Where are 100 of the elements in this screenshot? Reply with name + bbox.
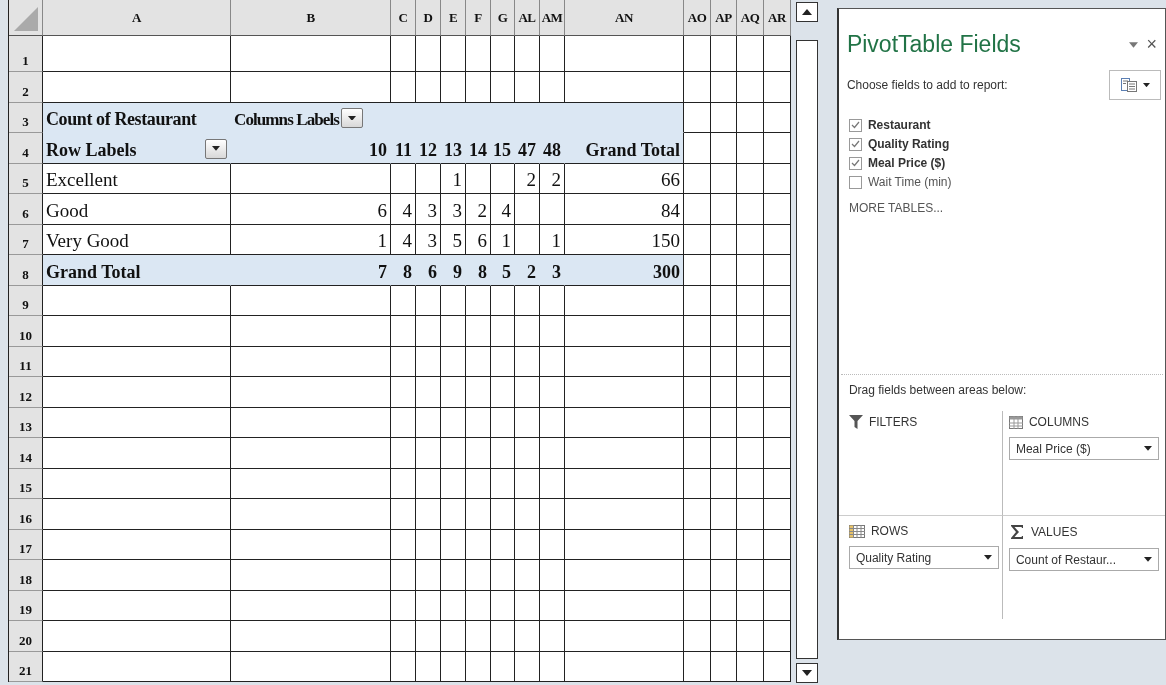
field-label[interactable]: Quality Rating — [867, 137, 950, 151]
field-checkbox[interactable] — [848, 175, 862, 189]
column-header[interactable]: E — [441, 0, 466, 36]
table-cell — [737, 102, 764, 133]
table-cell — [540, 651, 565, 682]
table-cell — [684, 36, 711, 72]
column-header[interactable]: AQ — [737, 0, 764, 36]
more-tables-link[interactable]: MORE TABLES... — [848, 201, 944, 215]
row-header[interactable]: 3 — [9, 102, 43, 133]
scroll-up-button[interactable] — [796, 2, 819, 22]
table-cell — [441, 468, 466, 499]
layout-tools-button[interactable] — [1109, 70, 1161, 100]
column-header[interactable]: AL — [515, 0, 540, 36]
column-header[interactable]: AM — [540, 0, 565, 36]
table-cell — [416, 316, 441, 347]
table-cell — [441, 316, 466, 347]
row-header[interactable]: 16 — [9, 499, 43, 530]
table-cell — [466, 590, 491, 621]
table-cell — [466, 377, 491, 408]
column-header[interactable]: F — [466, 0, 491, 36]
table-cell — [416, 651, 441, 682]
row-header[interactable]: 21 — [9, 651, 43, 682]
row-header[interactable]: 17 — [9, 529, 43, 560]
column-header[interactable]: D — [416, 0, 441, 36]
table-cell — [764, 407, 791, 438]
caret-icon — [1143, 446, 1152, 451]
table-cell: 1 — [231, 224, 391, 255]
select-all-corner[interactable] — [9, 0, 43, 36]
field-label[interactable]: Restaurant — [867, 118, 931, 132]
scroll-thumb[interactable] — [796, 40, 819, 659]
table-cell: 8 — [391, 255, 416, 286]
row-header[interactable]: 1 — [9, 36, 43, 72]
row-header[interactable]: 7 — [9, 224, 43, 255]
row-header[interactable]: 11 — [9, 346, 43, 377]
table-cell — [764, 285, 791, 316]
field-checkbox[interactable] — [848, 137, 862, 151]
table-cell: 2 — [515, 163, 540, 194]
column-header[interactable]: AP — [711, 0, 737, 36]
table-cell — [711, 316, 737, 347]
table-cell — [684, 224, 711, 255]
table-cell — [737, 499, 764, 530]
row-header[interactable]: 20 — [9, 621, 43, 652]
table-cell — [711, 346, 737, 377]
table-cell — [441, 377, 466, 408]
table-cell — [441, 651, 466, 682]
filter-dropdown-button[interactable] — [205, 138, 227, 159]
area-field-dropdown[interactable]: Meal Price ($) — [1008, 437, 1159, 460]
row-header[interactable]: 2 — [9, 72, 43, 103]
table-cell — [711, 224, 737, 255]
table-cell — [416, 529, 441, 560]
table-cell — [684, 377, 711, 408]
column-header[interactable]: G — [491, 0, 515, 36]
table-cell — [391, 468, 416, 499]
column-header[interactable]: C — [391, 0, 416, 36]
table-cell: 4 — [491, 194, 515, 225]
column-header[interactable]: B — [231, 0, 391, 36]
row-header[interactable]: 5 — [9, 163, 43, 194]
field-checkbox[interactable] — [848, 118, 862, 132]
row-header[interactable]: 14 — [9, 438, 43, 469]
row-header[interactable]: 10 — [9, 316, 43, 347]
table-cell — [711, 255, 737, 286]
area-field-dropdown[interactable]: Count of Restaur... — [1008, 548, 1159, 571]
row-header[interactable]: 12 — [9, 377, 43, 408]
close-button[interactable]: × — [1144, 34, 1159, 55]
area-field-dropdown[interactable]: Quality Rating — [848, 546, 999, 569]
table-cell — [515, 285, 540, 316]
column-header[interactable]: AN — [565, 0, 684, 36]
column-header[interactable]: AR — [764, 0, 791, 36]
table-cell — [764, 560, 791, 591]
column-header[interactable]: A — [43, 0, 231, 36]
table-cell: 3 — [416, 194, 441, 225]
field-checkbox[interactable] — [848, 156, 862, 170]
caret-icon[interactable] — [1129, 41, 1139, 48]
table-cell — [540, 377, 565, 408]
column-header[interactable]: AO — [684, 0, 711, 36]
table-cell — [540, 285, 565, 316]
table-cell — [391, 407, 416, 438]
table-cell — [764, 529, 791, 560]
row-header[interactable]: 6 — [9, 194, 43, 225]
table-cell — [466, 346, 491, 377]
row-header[interactable]: 13 — [9, 407, 43, 438]
row-header[interactable]: 15 — [9, 468, 43, 499]
table-cell — [764, 163, 791, 194]
row-header[interactable]: 18 — [9, 560, 43, 591]
layout-icon — [1120, 78, 1137, 92]
table-cell — [441, 438, 466, 469]
row-header[interactable]: 19 — [9, 590, 43, 621]
field-label[interactable]: Wait Time (min) — [867, 175, 952, 189]
row-header[interactable]: 8 — [9, 255, 43, 286]
field-label[interactable]: Meal Price ($) — [867, 156, 946, 170]
row-header[interactable]: 4 — [9, 133, 43, 164]
table-cell — [684, 499, 711, 530]
table-cell — [515, 407, 540, 438]
table-cell: 2 — [515, 255, 540, 286]
table-cell — [416, 36, 441, 72]
table-cell: 10 — [231, 133, 391, 164]
row-header[interactable]: 9 — [9, 285, 43, 316]
table-cell — [416, 72, 441, 103]
filter-dropdown-button[interactable] — [341, 108, 363, 128]
scroll-down-button[interactable] — [796, 663, 819, 683]
